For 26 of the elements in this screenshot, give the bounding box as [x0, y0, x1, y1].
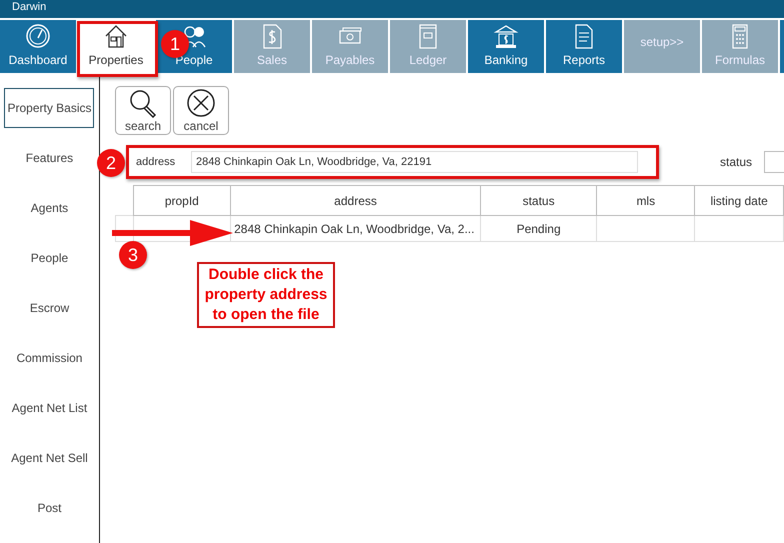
nav-tab[interactable]: Reports	[546, 20, 622, 73]
column-header: mls	[596, 186, 695, 216]
address-field[interactable]: 2848 Chinkapin Oak Ln, Woodbridge, Va, 22191	[190, 151, 638, 173]
sidebar-item[interactable]: Property Basics	[4, 88, 94, 128]
close-icon	[186, 88, 216, 118]
field-label: address	[136, 156, 176, 168]
column-header: status	[480, 186, 597, 216]
nav-tab[interactable]: Dashboard	[0, 20, 76, 73]
table-cell[interactable]: 2848 Chinkapin Oak Ln, Woodbridge, Va, 2...	[230, 216, 480, 242]
gauge-icon	[25, 23, 51, 50]
status-field[interactable]	[764, 151, 784, 173]
column-header: address	[230, 186, 480, 216]
search-icon	[128, 88, 158, 118]
column-header: listing date	[694, 186, 784, 216]
step-marker: 2	[97, 149, 125, 177]
step-marker: 3	[119, 241, 147, 269]
nav-tab[interactable]: Banking	[468, 20, 544, 73]
cancel-button[interactable]: cancel	[172, 86, 229, 135]
field-label: status	[720, 155, 752, 169]
instruction-callout: Double click the property address to open the file	[197, 262, 335, 328]
column-header: propId	[133, 186, 231, 216]
house-icon	[103, 23, 129, 50]
window-title: Darwin	[12, 0, 46, 15]
bank-icon	[493, 23, 519, 50]
search-button[interactable]: search	[114, 86, 171, 135]
table-cell[interactable]: Pending	[480, 216, 597, 242]
